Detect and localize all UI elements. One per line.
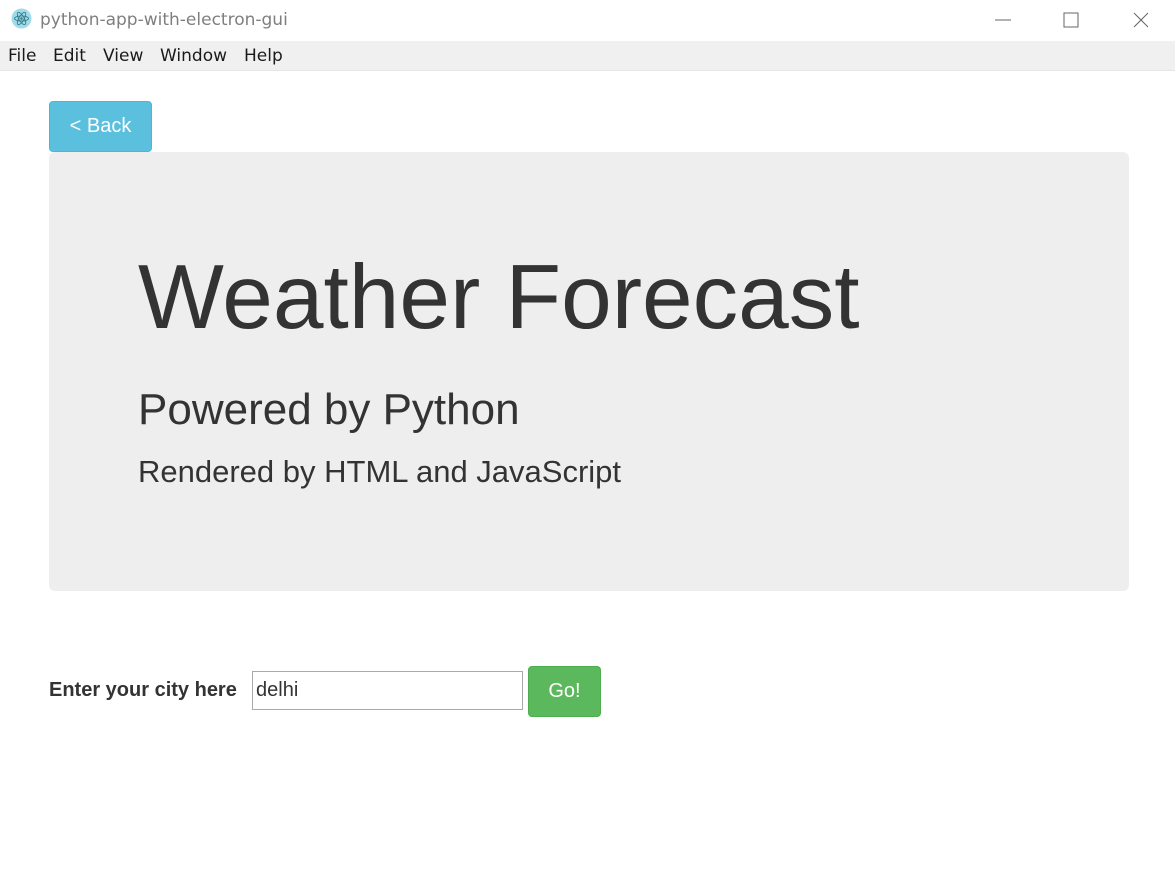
maximize-icon	[1063, 12, 1079, 28]
menu-file[interactable]: File	[8, 46, 36, 66]
window-title: python-app-with-electron-gui	[40, 10, 288, 30]
back-button[interactable]: < Back	[49, 101, 152, 152]
title-bar: python-app-with-electron-gui	[0, 0, 1175, 40]
menu-help[interactable]: Help	[244, 46, 283, 66]
menu-bar: File Edit View Window Help	[0, 41, 1175, 71]
menu-window[interactable]: Window	[160, 46, 227, 66]
jumbotron: Weather Forecast Powered by Python Rende…	[49, 152, 1129, 591]
city-label: Enter your city here	[49, 679, 237, 701]
close-button[interactable]	[1118, 0, 1164, 40]
menu-edit[interactable]: Edit	[53, 46, 86, 66]
page-subtitle: Powered by Python	[138, 385, 520, 434]
page-tagline: Rendered by HTML and JavaScript	[138, 454, 622, 489]
maximize-button[interactable]	[1048, 0, 1094, 40]
city-input[interactable]	[252, 671, 523, 710]
go-button[interactable]: Go!	[528, 666, 601, 717]
minimize-button[interactable]	[980, 0, 1026, 40]
menu-view[interactable]: View	[103, 46, 143, 66]
page-title: Weather Forecast	[138, 247, 860, 348]
minimize-icon	[995, 19, 1011, 21]
close-icon	[1133, 12, 1149, 28]
electron-atom-icon	[11, 8, 32, 29]
